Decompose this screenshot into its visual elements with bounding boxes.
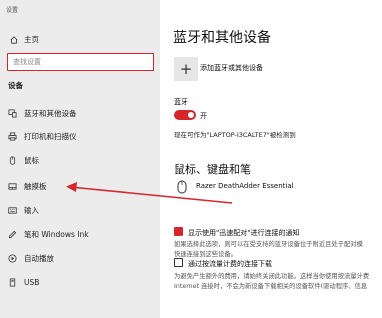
sidebar-item-bluetooth[interactable]: 蓝牙和其他设备 — [0, 104, 160, 122]
search-placeholder: 查找设置 — [13, 58, 41, 66]
sidebar-item-usb[interactable]: USB — [0, 273, 160, 291]
sidebar-item-touchpad[interactable]: 触摸板 — [0, 177, 160, 195]
sidebar-item-label: 自动播放 — [24, 253, 54, 263]
section-title-mouse-keyboard-pen: 鼠标、键盘和笔 — [174, 163, 251, 176]
swift-pair-checkbox[interactable] — [174, 227, 183, 241]
home-icon — [10, 35, 18, 44]
main-panel: 蓝牙和其他设备 + 添加蓝牙或其他设备 蓝牙 开 现在可作为"LAPTOP-I3… — [160, 0, 382, 318]
sidebar-item-autoplay[interactable]: 自动播放 — [0, 249, 160, 267]
add-device-label[interactable]: 添加蓝牙或其他设备 — [200, 63, 263, 73]
device-name[interactable]: Razer DeathAdder Essential — [196, 182, 294, 190]
bluetooth-devices-icon — [8, 108, 17, 118]
swift-pair-label[interactable]: 显示使用"迅速配对"进行连接的通知 — [188, 228, 299, 238]
page-title: 蓝牙和其他设备 — [173, 30, 271, 46]
sidebar-item-typing[interactable]: 输入 — [0, 201, 160, 219]
sidebar-item-label: 输入 — [24, 205, 39, 215]
mouse-icon — [9, 155, 16, 165]
metered-description-line1: 为避免产生额外的费用，请始终关闭此功能。这样当你使用按流量计费 — [174, 273, 370, 280]
bluetooth-label: 蓝牙 — [174, 98, 188, 106]
window-title: 设置 — [6, 7, 19, 14]
home-label: 主页 — [24, 35, 39, 44]
metered-description-line2: Internet 连接时，不会为新设备下载相关的设备软件(驱动程序、信息 — [174, 283, 368, 290]
metered-download-checkbox[interactable] — [174, 258, 183, 267]
sidebar-item-printers[interactable]: 打印机和扫描仪 — [0, 127, 160, 145]
bluetooth-state: 开 — [200, 112, 207, 120]
add-device-button[interactable]: + — [174, 57, 198, 81]
printer-icon — [8, 131, 17, 141]
autoplay-icon — [8, 253, 17, 263]
sidebar-item-label: 笔和 Windows Ink — [24, 229, 89, 239]
home-nav[interactable]: 主页 — [10, 34, 39, 45]
usb-icon — [9, 277, 16, 287]
sidebar-item-label: 鼠标 — [24, 155, 39, 165]
sidebar: 设置 主页 查找设置 设备 蓝牙和其他设备 打印机和扫描仪 鼠标 触摸板 输入 … — [0, 0, 160, 318]
toggle-knob — [188, 112, 194, 118]
swift-pair-description-line1: 如果选择此选项，则可以在受支持的蓝牙设备位于附近且处于配对模 — [174, 241, 363, 248]
metered-download-label[interactable]: 通过按流量计费的连接下载 — [188, 259, 272, 269]
sidebar-item-label: 蓝牙和其他设备 — [24, 108, 77, 118]
discoverable-text: 现在可作为"LAPTOP-I3CALTE7"被检测到 — [174, 131, 296, 139]
pen-icon — [8, 230, 17, 238]
sidebar-item-label: 打印机和扫描仪 — [24, 131, 77, 141]
sidebar-section-title: 设备 — [8, 81, 23, 90]
search-input[interactable]: 查找设置 — [7, 53, 154, 71]
keyboard-icon — [8, 206, 17, 214]
mouse-device-icon — [177, 180, 187, 194]
sidebar-item-pen[interactable]: 笔和 Windows Ink — [0, 225, 160, 243]
sidebar-item-mouse[interactable]: 鼠标 — [0, 151, 160, 169]
sidebar-item-label: USB — [24, 277, 40, 287]
bluetooth-toggle[interactable] — [174, 110, 196, 120]
sidebar-item-label: 触摸板 — [24, 181, 47, 191]
touchpad-icon — [8, 182, 17, 190]
plus-icon: + — [179, 60, 193, 78]
